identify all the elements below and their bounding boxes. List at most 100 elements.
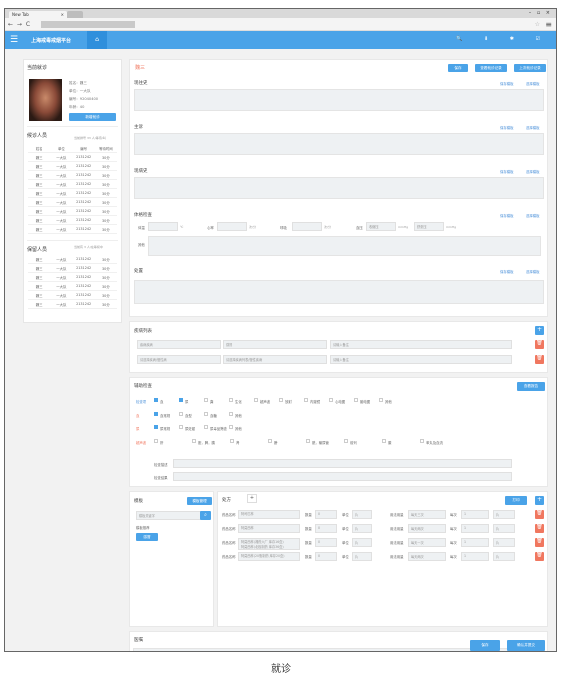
delete-drug-button[interactable]: 🗑 [535,510,544,519]
hamburger-icon[interactable]: ☰ [10,35,18,45]
new-tab-button[interactable] [67,11,83,18]
aux-checkbox[interactable] [204,412,208,416]
table-row[interactable]: 魏三 一大队 2131242 30分 [28,153,117,162]
freq-input[interactable]: 1 [461,552,489,561]
aux-checkbox[interactable] [279,398,283,402]
aux-checkbox[interactable] [304,398,308,402]
aux-checkbox[interactable] [306,439,310,443]
save-template-link[interactable]: 保存模板 [500,269,514,274]
resp-input[interactable] [292,222,322,231]
save-template-link[interactable]: 保存模板 [500,81,514,86]
table-row[interactable]: 魏三 一大队 2131242 30分 [28,180,117,189]
aux-checkbox[interactable] [229,412,233,416]
table-row[interactable]: 魏三 一大队 2131242 30分 [28,225,117,234]
drug-select[interactable]: 阿司匹林 [238,510,300,519]
browser-tab[interactable]: New Tab × [9,11,67,18]
submit-button[interactable]: 确认并提交 [507,640,545,651]
save-template-link[interactable]: 保存模板 [500,125,514,130]
browser-menu-icon[interactable]: ≡ [545,20,552,29]
aux-checkbox[interactable] [204,425,208,429]
last-visit-button[interactable]: 上次就诊记录 [514,64,546,72]
table-row[interactable]: 魏三 一大队 2131242 30分 [28,162,117,171]
table-row[interactable]: 魏三 一大队 2131242 30分 [28,255,117,264]
disease-select[interactable]: 请选择疾病列表/慢性疾病 [223,355,327,364]
table-row[interactable]: 魏三 一大队 2131242 30分 [28,273,117,282]
aux-checkbox[interactable] [229,398,233,402]
delete-drug-button[interactable]: 🗑 [535,552,544,561]
aux-checkbox[interactable] [154,412,158,416]
aux-checkbox[interactable] [254,398,258,402]
disease-select[interactable]: 感冒 [223,340,327,349]
freq-input[interactable]: 1 [461,538,489,547]
home-icon[interactable]: ⌂ [87,31,107,49]
aux-checkbox[interactable] [154,425,158,429]
aux-checkbox[interactable] [230,439,234,443]
table-row[interactable]: 魏三 一大队 2131242 30分 [28,300,117,309]
disease-type-select[interactable]: 请选择疾病/慢性病 [137,355,221,364]
save-template-link[interactable]: 保存模板 [500,169,514,174]
window-controls[interactable]: – ▫ × [529,10,552,16]
freq-input[interactable]: 1 [461,510,489,519]
freq-unit-select[interactable]: 片 [493,538,515,547]
pick-template-link[interactable]: 选择模板 [526,125,540,130]
aux-checkbox[interactable] [344,439,348,443]
usage-select[interactable]: 每天两次 [408,552,446,561]
add-diagnosis-button[interactable]: + [535,326,544,335]
aux-checkbox[interactable] [379,398,383,402]
table-row[interactable]: 魏三 一大队 2131242 30分 [28,264,117,273]
freq-input[interactable]: 1 [461,524,489,533]
delete-drug-button[interactable]: 🗑 [535,538,544,547]
view-report-button[interactable]: 查看报告 [517,382,545,391]
disease-type-select[interactable]: 疾病疾病 [137,340,221,349]
drug-select[interactable]: 阿莫西林 [238,524,300,533]
view-history-button[interactable]: 查看就诊记录 [475,64,507,72]
aux-checkbox[interactable] [154,439,158,443]
aux-checkbox[interactable] [179,398,183,402]
bookmark-star-icon[interactable]: ☆ [535,21,540,28]
save-record-button[interactable]: 保存 [448,64,468,72]
table-row[interactable]: 魏三 一大队 2131242 30分 [28,198,117,207]
header-icons[interactable]: 🔍 ⬇ ✱ ☑ [456,36,550,42]
table-row[interactable]: 魏三 一大队 2131242 30分 [28,207,117,216]
diagnosis-note-input[interactable]: 请输入备注 [330,340,512,349]
table-row[interactable]: 魏三 一大队 2131242 30分 [28,171,117,180]
qty-input[interactable]: 0 [315,510,337,519]
aux-checkbox[interactable] [329,398,333,402]
temp-input[interactable] [148,222,178,231]
qty-input[interactable]: 0 [315,552,337,561]
aux-checkbox[interactable] [229,425,233,429]
template-tag-button[interactable]: 感冒 [136,533,158,541]
pick-template-link[interactable]: 选择模板 [526,169,540,174]
bp-high-input[interactable]: 收缩压 [366,222,396,231]
save-template-link[interactable]: 保存模板 [500,213,514,218]
unit-select[interactable]: 片 [352,552,372,561]
add-drug-button[interactable]: + [535,496,544,505]
usage-select[interactable]: 每天两次 [408,524,446,533]
exam-other-textarea[interactable] [148,236,541,256]
close-tab-icon[interactable]: × [61,12,64,17]
url-field[interactable] [41,21,135,28]
hr-input[interactable] [217,222,247,231]
aux-checkbox[interactable] [354,398,358,402]
template-manage-button[interactable]: 模板管理 [187,497,212,505]
rx-tab[interactable]: 处方 [222,497,231,503]
nav-buttons[interactable]: ← → C [8,21,31,28]
save-button[interactable]: 保存 [470,640,500,651]
table-row[interactable]: 魏三 一大队 2131242 30分 [28,189,117,198]
unit-select[interactable]: 片 [352,524,372,533]
pick-template-link[interactable]: 选择模板 [526,269,540,274]
aux-checkbox[interactable] [192,439,196,443]
exam-desc-input[interactable] [173,459,512,468]
aux-checkbox[interactable] [268,439,272,443]
freq-unit-select[interactable]: 片 [493,510,515,519]
pick-template-link[interactable]: 选择模板 [526,213,540,218]
disposal-textarea[interactable] [134,280,544,304]
delete-diagnosis-button[interactable]: 🗑 [535,355,544,364]
qty-input[interactable]: 0 [315,538,337,547]
bp-low-input[interactable]: 舒张压 [414,222,444,231]
drug-select[interactable]: 阿莫西林(湘药六厂 库存16盒) 阿莫西林(北极制药 库存36盒) [238,538,300,550]
exam-result-input[interactable] [173,472,512,481]
table-row[interactable]: 魏三 一大队 2131242 30分 [28,282,117,291]
aux-checkbox[interactable] [420,439,424,443]
diagnosis-note-input[interactable]: 请输入备注 [330,355,512,364]
